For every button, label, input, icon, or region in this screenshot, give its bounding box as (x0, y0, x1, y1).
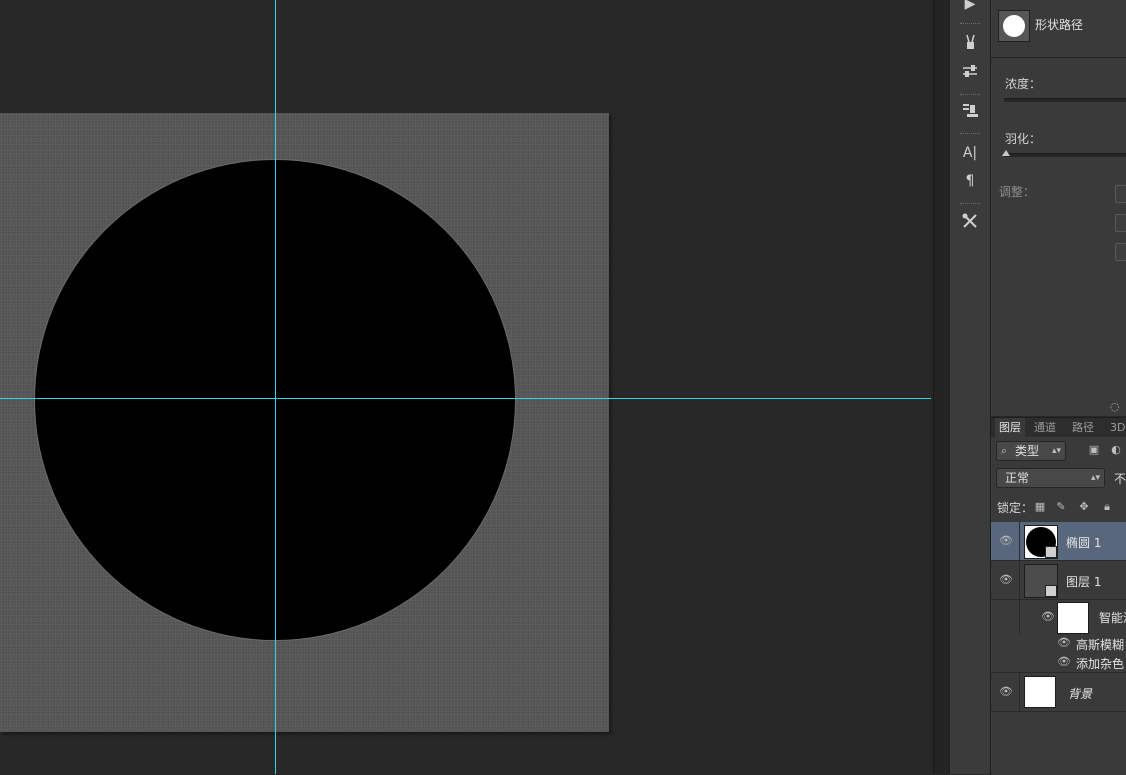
brush-presets-icon[interactable] (959, 33, 981, 53)
character-icon[interactable]: A| (959, 143, 981, 163)
opacity-label: 不 (1114, 472, 1126, 486)
feather-slider[interactable] (1004, 153, 1126, 157)
play-icon[interactable]: ▶ (959, 0, 981, 14)
tab-paths[interactable]: 路径 (1068, 418, 1098, 437)
layers-panel-tabs: 图层 通道 路径 3D (991, 418, 1126, 437)
divider (991, 57, 1126, 58)
feather-slider-handle[interactable] (1002, 150, 1010, 156)
shape-path-label: 形状路径 (1035, 18, 1084, 32)
paragraph-icon[interactable]: ¶ (959, 171, 981, 191)
divider (1019, 673, 1020, 711)
color-range-button[interactable] (1115, 214, 1126, 232)
document-canvas[interactable] (0, 113, 609, 732)
visibility-eye-icon[interactable]: 👁︎ (1057, 655, 1071, 669)
panel-grip (960, 203, 980, 206)
canvas-workspace[interactable] (0, 0, 933, 774)
layer-name[interactable]: 背景 (1068, 685, 1092, 702)
mask-edge-button[interactable] (1115, 185, 1126, 203)
tab-channels[interactable]: 通道 (1030, 418, 1060, 437)
density-label: 浓度： (1005, 77, 1042, 91)
circle-icon (1003, 15, 1025, 37)
horizontal-guide[interactable] (0, 398, 931, 399)
layer-thumbnail[interactable] (1024, 676, 1056, 708)
spinner-icon: ▴▾ (1090, 473, 1100, 483)
layer-name[interactable]: 智能滤 (1099, 609, 1126, 626)
smart-filters-row[interactable]: 👁︎ 智能滤 (991, 600, 1126, 670)
dotted-selection-icon[interactable]: ◌ (1110, 400, 1120, 413)
divider (1019, 561, 1020, 599)
layer-row[interactable]: 👁︎ 图层 1 (991, 561, 1126, 600)
density-slider[interactable] (1004, 98, 1126, 102)
visibility-eye-icon[interactable]: 👁︎ (999, 685, 1013, 699)
canvas-scrollbar[interactable] (933, 0, 950, 774)
lock-all-icon[interactable]: 🔒︎ (1100, 499, 1114, 515)
tool-presets-icon[interactable] (959, 62, 981, 82)
spinner-icon: ▴▾ (1051, 446, 1061, 456)
divider (1019, 522, 1020, 560)
lock-label: 锁定： (997, 501, 1034, 515)
filter-row[interactable]: 👁︎ 添加杂色 (991, 653, 1126, 673)
lock-transparent-icon[interactable]: ▦ (1033, 499, 1047, 515)
tab-3d[interactable]: 3D (1106, 418, 1126, 437)
search-icon: ⌕ (1001, 444, 1008, 457)
layer-name[interactable]: 椭圆 1 (1066, 534, 1101, 551)
vertical-guide[interactable] (275, 0, 276, 774)
visibility-eye-icon[interactable]: 👁︎ (999, 534, 1013, 548)
adjust-label: 调整： (999, 185, 1036, 199)
properties-panel: 形状路径 浓度： 羽化： 调整： ◌ (991, 0, 1126, 416)
shape-path-thumbnail[interactable] (998, 10, 1030, 42)
feather-label: 羽化： (1005, 132, 1042, 146)
blend-mode-select[interactable]: 正常 ▴▾ (996, 468, 1105, 488)
tab-layers[interactable]: 图层 (995, 418, 1025, 437)
filter-row[interactable]: 👁︎ 高斯模糊 (991, 634, 1126, 653)
clone-source-icon[interactable] (959, 101, 981, 121)
lock-position-icon[interactable]: ✥ (1077, 499, 1091, 515)
image-filter-icon[interactable]: ▣ (1087, 443, 1101, 457)
smart-object-badge-icon (1045, 585, 1057, 597)
layers-panel: 图层 通道 路径 3D ⌕ 类型 ▴▾ ▣ ◐ 正常 ▴▾ 不 锁定： ▦ ✎ … (991, 417, 1126, 775)
visibility-eye-icon[interactable]: 👁︎ (999, 573, 1013, 587)
panel-grip (960, 23, 980, 26)
layer-row[interactable]: 👁︎ 背景 (991, 673, 1126, 712)
layer-filter-value: 类型 (1015, 444, 1040, 458)
vector-mask-badge-icon (1045, 546, 1057, 558)
adjustment-filter-icon[interactable]: ◐ (1109, 443, 1123, 457)
panel-grip (960, 133, 980, 136)
smart-filter-mask-thumbnail[interactable] (1057, 602, 1089, 634)
panel-tool-strip: ▶ A| ¶ (949, 0, 991, 774)
filter-name[interactable]: 添加杂色 (1076, 655, 1124, 672)
layer-filter-select[interactable]: ⌕ 类型 ▴▾ (996, 441, 1066, 461)
layer-row[interactable]: 👁︎ 椭圆 1 (991, 522, 1126, 561)
blend-mode-value: 正常 (1005, 471, 1030, 485)
filter-name[interactable]: 高斯模糊 (1076, 636, 1124, 653)
layer-name[interactable]: 图层 1 (1066, 573, 1101, 590)
panel-grip (960, 94, 980, 97)
tools-icon[interactable] (959, 212, 981, 232)
invert-button[interactable] (1115, 243, 1126, 261)
lock-pixels-icon[interactable]: ✎ (1054, 499, 1068, 515)
visibility-eye-icon[interactable]: 👁︎ (1057, 636, 1071, 650)
visibility-eye-icon[interactable]: 👁︎ (1041, 610, 1055, 624)
